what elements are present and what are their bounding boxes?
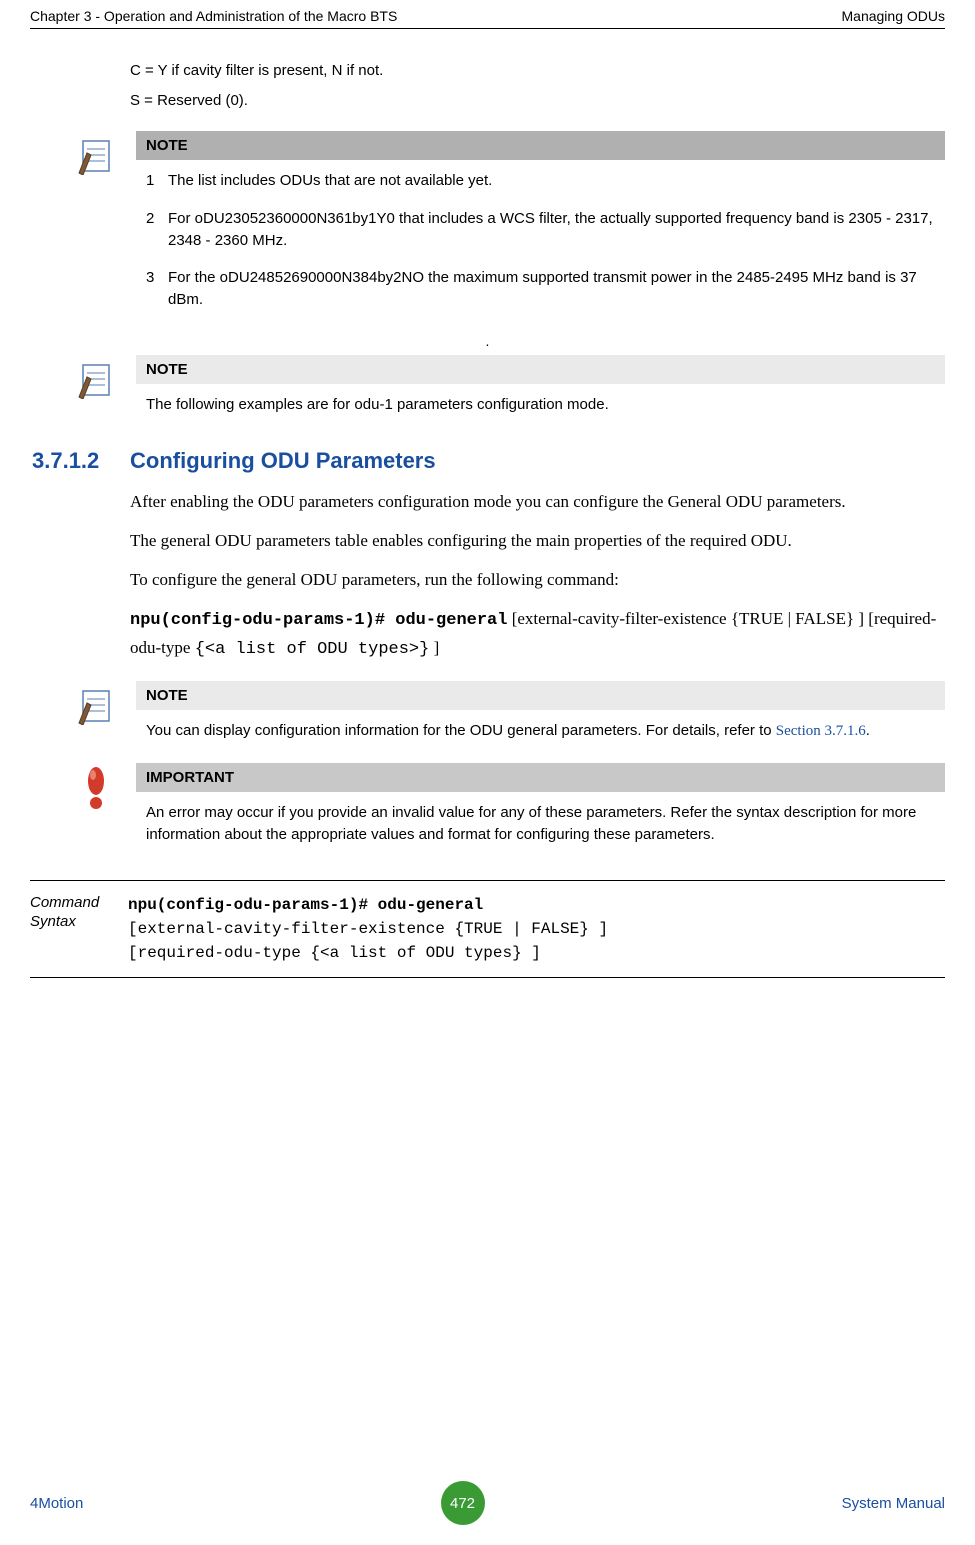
note1-item-3-text: For the oDU24852690000N384by2NO the maxi… [168, 267, 935, 311]
syntax-line-2: [external-cavity-filter-existence {TRUE … [128, 917, 945, 941]
note3-text: You can display configuration informatio… [136, 710, 945, 749]
page-footer: 4Motion 472 System Manual [30, 1481, 945, 1525]
important-label: IMPORTANT [136, 763, 945, 792]
note-label: NOTE [136, 355, 945, 384]
cmd-mono-2: {<a list of ODU types>} [195, 640, 430, 659]
header-divider [30, 28, 945, 29]
center-dot: . [0, 333, 975, 349]
note-block-3: NOTE You can display configuration infor… [70, 681, 945, 749]
note-label: NOTE [136, 131, 945, 160]
note2-text: The following examples are for odu-1 par… [136, 384, 945, 422]
note3-text-after: . [866, 722, 870, 739]
note1-item-1-text: The list includes ODUs that are not avai… [168, 170, 492, 192]
note1-item-2-text: For oDU23052360000N361by1Y0 that include… [168, 208, 935, 252]
section-title: Configuring ODU Parameters [130, 448, 436, 474]
intro-line-1: C = Y if cavity filter is present, N if … [130, 59, 945, 83]
section-para-1: After enabling the ODU parameters config… [130, 488, 945, 515]
important-text: An error may occur if you provide an inv… [136, 792, 945, 852]
footer-left: 4Motion [30, 1495, 83, 1512]
syntax-line-3: [required-odu-type {<a list of ODU types… [128, 941, 945, 965]
note1-item-1: 1 The list includes ODUs that are not av… [146, 170, 935, 192]
note1-item-2: 2 For oDU23052360000N361by1Y0 that inclu… [146, 208, 935, 252]
note-icon [70, 131, 122, 319]
important-block: IMPORTANT An error may occur if you prov… [70, 763, 945, 852]
cmd-mono-1: npu(config-odu-params-1)# odu-general [130, 611, 507, 630]
header-right: Managing ODUs [842, 8, 946, 24]
syntax-label: Command Syntax [30, 893, 128, 965]
note-icon [70, 681, 122, 749]
syntax-line-1: npu(config-odu-params-1)# odu-general [128, 893, 945, 917]
section-heading: 3.7.1.2 Configuring ODU Parameters [30, 448, 945, 474]
note1-item-3: 3 For the oDU24852690000N384by2NO the ma… [146, 267, 935, 311]
note-label: NOTE [136, 681, 945, 710]
note-block-1: NOTE 1 The list includes ODUs that are n… [70, 131, 945, 319]
note3-link[interactable]: Section 3.7.1.6 [776, 723, 866, 739]
section-para-2: The general ODU parameters table enables… [130, 527, 945, 554]
cmd-plain-2: ] [429, 638, 439, 657]
footer-right: System Manual [842, 1495, 945, 1512]
header-left: Chapter 3 - Operation and Administration… [30, 8, 397, 24]
note-icon [70, 355, 122, 422]
note3-text-before: You can display configuration informatio… [146, 722, 776, 739]
section-number: 3.7.1.2 [30, 448, 130, 474]
important-icon [70, 763, 122, 852]
page-header: Chapter 3 - Operation and Administration… [0, 0, 975, 28]
section-command: npu(config-odu-params-1)# odu-general [e… [130, 605, 945, 663]
page-number: 472 [441, 1481, 485, 1525]
intro-line-2: S = Reserved (0). [130, 89, 945, 113]
command-syntax-row: Command Syntax npu(config-odu-params-1)#… [30, 880, 945, 978]
section-para-3: To configure the general ODU parameters,… [130, 566, 945, 593]
syntax-code: npu(config-odu-params-1)# odu-general [e… [128, 893, 945, 965]
note-block-2: NOTE The following examples are for odu-… [70, 355, 945, 422]
